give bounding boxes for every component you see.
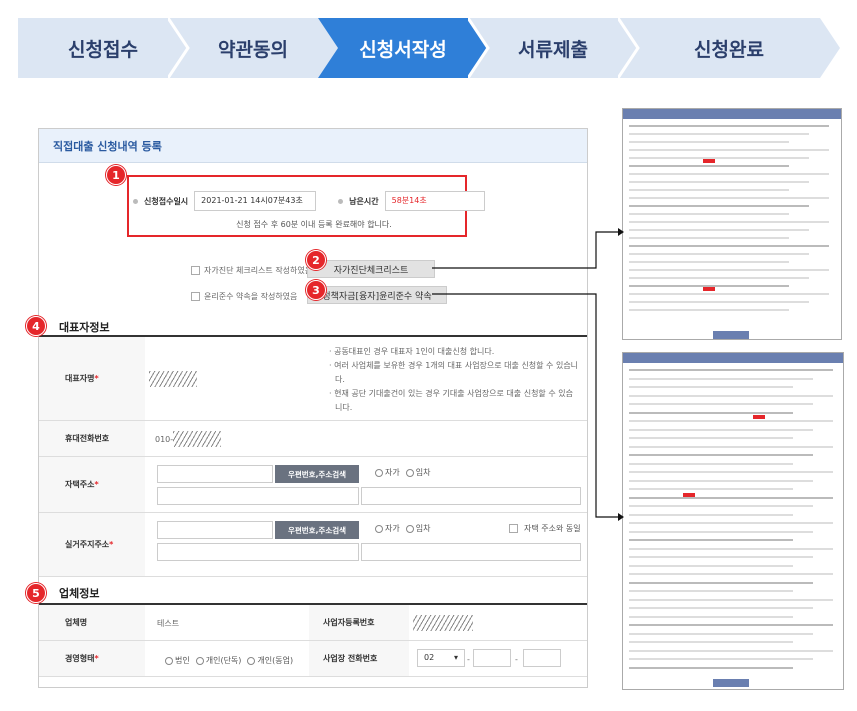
arrows — [432, 228, 624, 521]
